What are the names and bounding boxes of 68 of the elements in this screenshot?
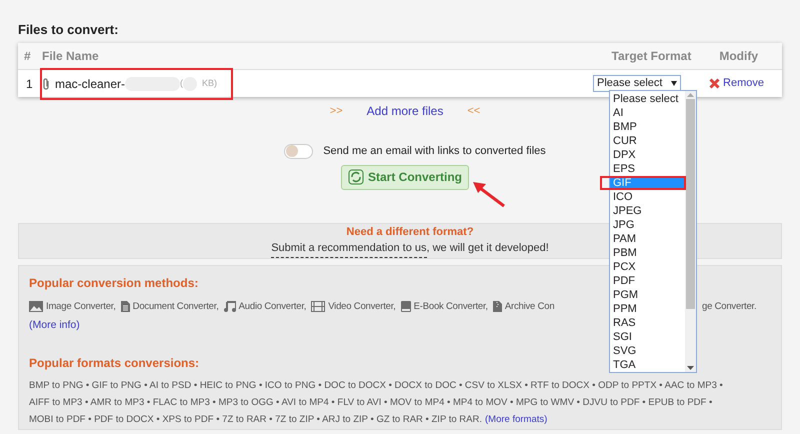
film-icon xyxy=(311,301,326,312)
dropdown-option[interactable]: PCX xyxy=(610,260,685,274)
dropdown-option[interactable]: PGM xyxy=(610,288,685,302)
document-icon xyxy=(120,301,130,312)
recommendation-link[interactable]: Submit a recommendation to us xyxy=(271,240,426,258)
methods-title: Popular conversion methods: xyxy=(29,274,198,292)
dropdown-option[interactable]: PPM xyxy=(610,302,685,316)
start-converting-button[interactable]: Start Converting xyxy=(340,164,469,190)
column-header: Modify xyxy=(719,48,758,65)
dropdown-option[interactable]: EPS xyxy=(610,162,685,176)
music-note-icon xyxy=(224,301,236,312)
more-info-link[interactable]: (More info) xyxy=(29,318,80,334)
chevrons-right: >> xyxy=(330,104,343,119)
email-toggle-label: Send me an email with links to converted files xyxy=(323,144,546,159)
chevrons-left: << xyxy=(467,104,480,119)
scroll-down-icon xyxy=(687,364,694,372)
column-header: Target Format xyxy=(612,48,692,65)
file-size-unit: KB) xyxy=(202,76,218,90)
dropdown-option[interactable]: DPX xyxy=(610,148,685,162)
scroll-up-icon xyxy=(687,91,694,99)
row-number: 1 xyxy=(26,76,34,92)
column-header: # xyxy=(24,48,32,65)
caret-icon xyxy=(671,81,678,86)
column-header: File Name xyxy=(42,48,99,65)
dropdown-option[interactable]: PDF xyxy=(610,274,685,288)
method-link[interactable]: Audio Converter, xyxy=(224,300,306,314)
section-heading: Files to convert: xyxy=(18,21,118,38)
method-link[interactable]: Archive Con xyxy=(492,300,554,314)
paperclip-icon xyxy=(42,78,51,90)
dropdown-option[interactable]: RAS xyxy=(610,316,685,330)
archive-file-icon xyxy=(492,301,502,312)
dropdown-option[interactable]: TGA xyxy=(610,358,685,372)
dropdown-option[interactable]: JPG xyxy=(610,218,685,232)
dropdown-option[interactable]: SGI xyxy=(610,330,685,344)
dropdown-option[interactable]: ICO xyxy=(610,190,685,204)
dropdown-option[interactable]: PAM xyxy=(610,232,685,246)
file-name: mac-cleaner- xyxy=(55,76,126,92)
method-link[interactable]: Image Converter, xyxy=(29,300,116,314)
dropdown-option[interactable]: Please select xyxy=(610,92,685,106)
file-size: ( xyxy=(180,76,184,90)
scrollbar[interactable] xyxy=(685,91,696,372)
dropdown-option[interactable]: SVG xyxy=(610,344,685,358)
book-icon xyxy=(400,301,411,312)
request-text: , we will get it developed! xyxy=(426,241,549,256)
method-link[interactable]: Video Converter, xyxy=(311,300,396,314)
close-icon xyxy=(709,78,720,89)
format-links[interactable]: MOBI to PDF • PDF to DOCX • XPS to PDF • 7Z to RAR • 7Z to ZIP • ARJ to ZIP • GZ to RAR • ZIP to RAR. xyxy=(29,410,482,428)
remove-button[interactable]: Remove xyxy=(709,75,764,92)
format-links[interactable]: AIFF to MP3 • AMR to MP3 • FLAC to MP3 • MP3 to OGG • AVI to MP4 • FLV to AVI • MOV to MP4 • MP4 to MOV • MPG to WMV • DJVU to PDF • EPUB to PDF • xyxy=(29,394,712,410)
dropdown-option[interactable]: JPEG xyxy=(610,204,685,218)
dropdown-option[interactable]: AI xyxy=(610,106,685,120)
dropdown-option[interactable]: CUR xyxy=(610,134,685,148)
arrow-drawing xyxy=(472,180,506,208)
more-formats-link[interactable]: (More formats) xyxy=(485,410,548,428)
formats-title: Popular formats conversions: xyxy=(29,354,200,372)
dropdown-option[interactable]: BMP xyxy=(610,120,685,134)
dropdown-option[interactable]: PBM xyxy=(610,246,685,260)
add-more-files-link[interactable]: Add more files xyxy=(366,102,444,120)
method-link[interactable]: Document Converter, xyxy=(120,300,219,314)
email-toggle[interactable] xyxy=(284,144,314,159)
scrollbar-thumb[interactable] xyxy=(686,99,695,309)
method-link[interactable]: E-Book Converter, xyxy=(400,300,488,314)
format-links[interactable]: BMP to PNG • GIF to PNG • AI to PSD • HEIC to PNG • ICO to PNG • DOC to DOCX • DOCX to DOC • CSV to XLSX • RTF to DOCX • ODP to PPTX • AAC to MP3 • xyxy=(29,376,723,394)
format-select[interactable]: Please select xyxy=(593,75,682,92)
convert-icon xyxy=(348,169,364,185)
request-title: Need a different format? xyxy=(346,224,474,240)
image-icon xyxy=(29,301,43,312)
method-link[interactable]: ge Converter. xyxy=(702,300,756,314)
